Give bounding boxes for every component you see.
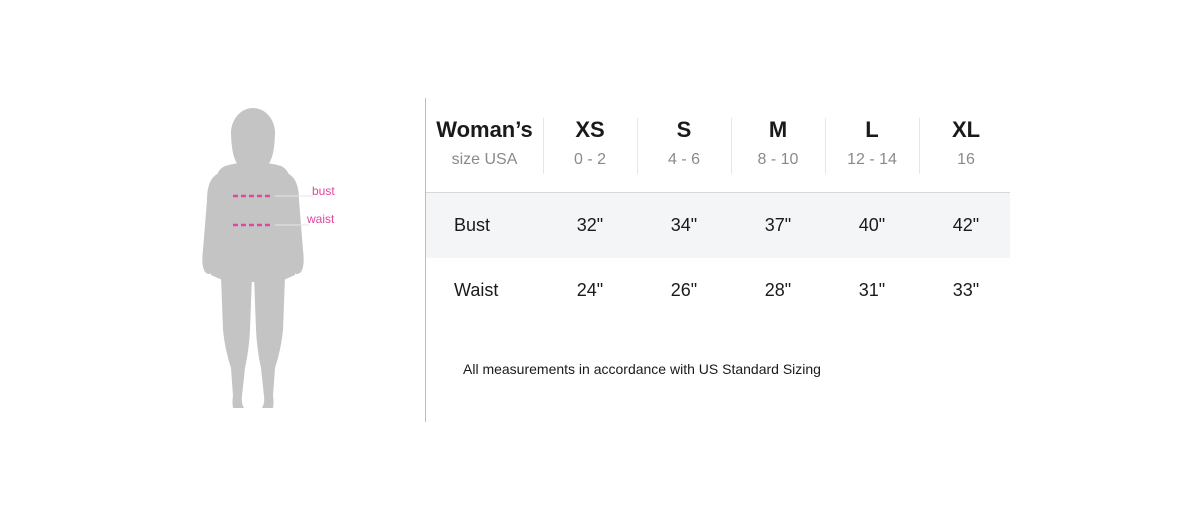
header-size-s: S 4 - 6: [637, 108, 731, 170]
table-row-waist: Waist 24" 26" 28" 31" 33": [426, 258, 1010, 323]
table-header-row: Woman’s size USA XS 0 - 2 S 4 - 6 M 8 - …: [426, 108, 1010, 193]
header-size-l: L 12 - 14: [825, 108, 919, 170]
header-size-xs: XS 0 - 2: [543, 108, 637, 170]
size-chart-table: Woman’s size USA XS 0 - 2 S 4 - 6 M 8 - …: [426, 108, 1010, 323]
table-title: Woman’s: [436, 117, 533, 142]
size-range: 8 - 10: [757, 151, 799, 168]
size-range: 0 - 2: [573, 151, 606, 168]
size-label: L: [865, 117, 879, 142]
table-cell: 31": [858, 280, 886, 300]
table-cell: 24": [576, 280, 604, 300]
header-title-cell: Woman’s size USA: [426, 108, 543, 170]
table-cell: 37": [764, 215, 792, 235]
size-label: M: [768, 117, 788, 142]
size-range: 16: [957, 151, 975, 168]
row-label: Waist: [454, 280, 499, 300]
table-cell: 34": [670, 215, 698, 235]
table-cell: 28": [764, 280, 792, 300]
row-label: Bust: [454, 215, 491, 235]
bust-label: bust: [312, 184, 335, 198]
table-row-bust: Bust 32" 34" 37" 40" 42": [426, 193, 1010, 258]
table-cell: 26": [670, 280, 698, 300]
measurement-footnote: All measurements in accordance with US S…: [463, 361, 821, 377]
table-cell: 42": [952, 215, 980, 235]
header-size-m: M 8 - 10: [731, 108, 825, 170]
size-label: XL: [951, 117, 981, 142]
size-range: 4 - 6: [667, 151, 700, 168]
header-size-xl: XL 16: [919, 108, 1013, 170]
table-cell: 40": [858, 215, 886, 235]
table-cell: 33": [952, 280, 980, 300]
body-figure: bust waist: [195, 100, 385, 420]
woman-silhouette-icon: [202, 108, 313, 408]
size-label: S: [676, 117, 692, 142]
table-cell: 32": [576, 215, 604, 235]
size-range: 12 - 14: [847, 151, 897, 168]
table-subtitle: size USA: [451, 151, 518, 168]
waist-label: waist: [307, 212, 335, 226]
size-label: XS: [575, 117, 605, 142]
